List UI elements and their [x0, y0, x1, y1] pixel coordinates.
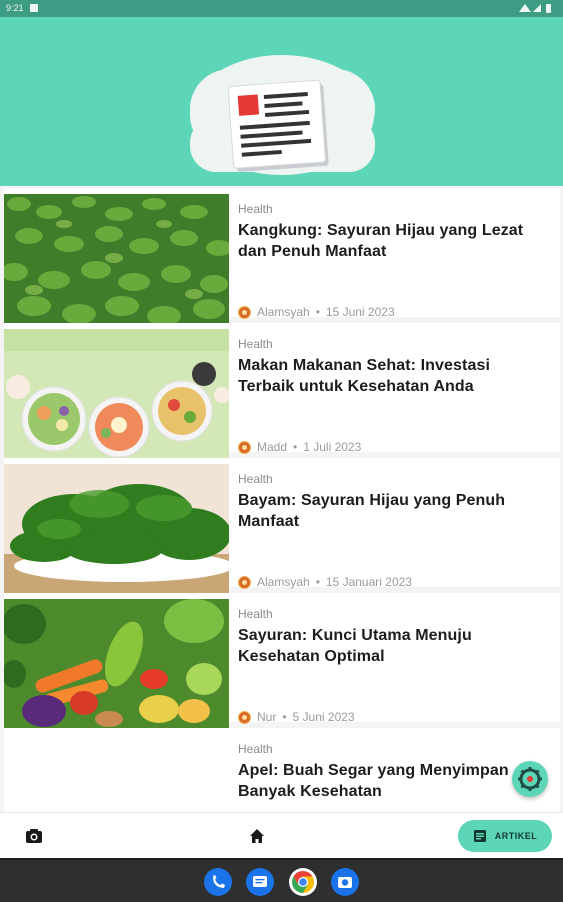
article-title[interactable]: Apel: Buah Segar yang Menyimpan Banyak K…	[238, 760, 538, 802]
article-author: Nur	[257, 710, 277, 724]
header-banner	[0, 17, 563, 186]
artikel-label: ARTIKEL	[494, 831, 538, 841]
camera-app-icon	[338, 877, 352, 888]
article-card[interactable]: Health Apel: Buah Segar yang Menyimpan B…	[4, 728, 560, 812]
article-list[interactable]: Health Kangkung: Sayuran Hijau yang Leza…	[0, 186, 563, 812]
status-bar: 9:21	[0, 0, 563, 17]
meta-separator: •	[315, 305, 320, 319]
camera-icon	[26, 829, 42, 843]
artikel-nav-button[interactable]: ARTIKEL	[458, 820, 552, 852]
article-author: Madd	[257, 440, 288, 454]
article-category: Health	[238, 472, 273, 486]
article-thumbnail	[4, 734, 229, 812]
article-date: 5 Juni 2023	[292, 710, 355, 724]
article-author: Alamsyah	[257, 305, 310, 319]
article-meta: Alamsyah • 15 Januari 2023	[238, 575, 412, 589]
phone-icon	[213, 875, 225, 888]
article-category: Health	[238, 742, 273, 756]
camera-app-button[interactable]	[331, 868, 359, 896]
article-card[interactable]: Health Bayam: Sayuran Hijau yang Penuh M…	[4, 458, 560, 593]
author-avatar-icon	[238, 440, 251, 454]
article-date: 15 Januari 2023	[325, 575, 412, 589]
author-avatar-icon	[238, 575, 251, 589]
article-card[interactable]: Health Makan Makanan Sehat: Investasi Te…	[4, 323, 560, 458]
system-dock	[0, 858, 563, 902]
signal-icon	[533, 4, 541, 12]
article-thumbnail	[4, 464, 229, 593]
article-date: 15 Juni 2023	[325, 305, 395, 319]
author-avatar-icon	[238, 710, 251, 724]
phone-app-button[interactable]	[204, 868, 232, 896]
bottom-navigation: ARTIKEL	[0, 812, 563, 859]
article-title[interactable]: Kangkung: Sayuran Hijau yang Lezat dan P…	[238, 220, 538, 262]
article-thumbnail	[4, 329, 229, 458]
article-card[interactable]: Health Kangkung: Sayuran Hijau yang Leza…	[4, 188, 560, 323]
chrome-app-button[interactable]	[289, 868, 317, 896]
article-category: Health	[238, 337, 273, 351]
status-icons	[519, 4, 551, 13]
messages-app-button[interactable]	[246, 868, 274, 896]
article-category: Health	[238, 607, 273, 621]
home-icon	[250, 829, 264, 843]
author-avatar-icon	[238, 305, 251, 319]
meta-separator: •	[293, 440, 298, 454]
meta-separator: •	[282, 710, 287, 724]
notification-icon	[30, 4, 38, 12]
floating-settings-button[interactable]	[512, 761, 548, 797]
article-title[interactable]: Makan Makanan Sehat: Investasi Terbaik u…	[238, 355, 538, 397]
article-card[interactable]: Health Sayuran: Kunci Utama Menuju Keseh…	[4, 593, 560, 728]
article-thumbnail	[4, 599, 229, 728]
home-nav-button[interactable]	[247, 826, 267, 846]
wifi-icon	[519, 4, 531, 12]
newspaper-illustration	[190, 55, 375, 175]
article-thumbnail	[4, 194, 229, 323]
camera-nav-button[interactable]	[24, 826, 44, 846]
article-author: Alamsyah	[257, 575, 310, 589]
article-category: Health	[238, 202, 273, 216]
gear-icon	[518, 767, 542, 791]
chrome-icon	[292, 871, 314, 893]
article-title[interactable]: Sayuran: Kunci Utama Menuju Kesehatan Op…	[238, 625, 538, 667]
article-title[interactable]: Bayam: Sayuran Hijau yang Penuh Manfaat	[238, 490, 538, 532]
status-time: 9:21	[6, 3, 24, 13]
article-meta: Madd • 1 Juli 2023	[238, 440, 361, 454]
battery-icon	[546, 4, 551, 13]
article-icon	[473, 830, 486, 842]
messages-icon	[253, 876, 267, 887]
meta-separator: •	[315, 575, 320, 589]
article-date: 1 Juli 2023	[303, 440, 362, 454]
article-meta: Nur • 5 Juni 2023	[238, 710, 355, 724]
article-meta: Alamsyah • 15 Juni 2023	[238, 305, 395, 319]
